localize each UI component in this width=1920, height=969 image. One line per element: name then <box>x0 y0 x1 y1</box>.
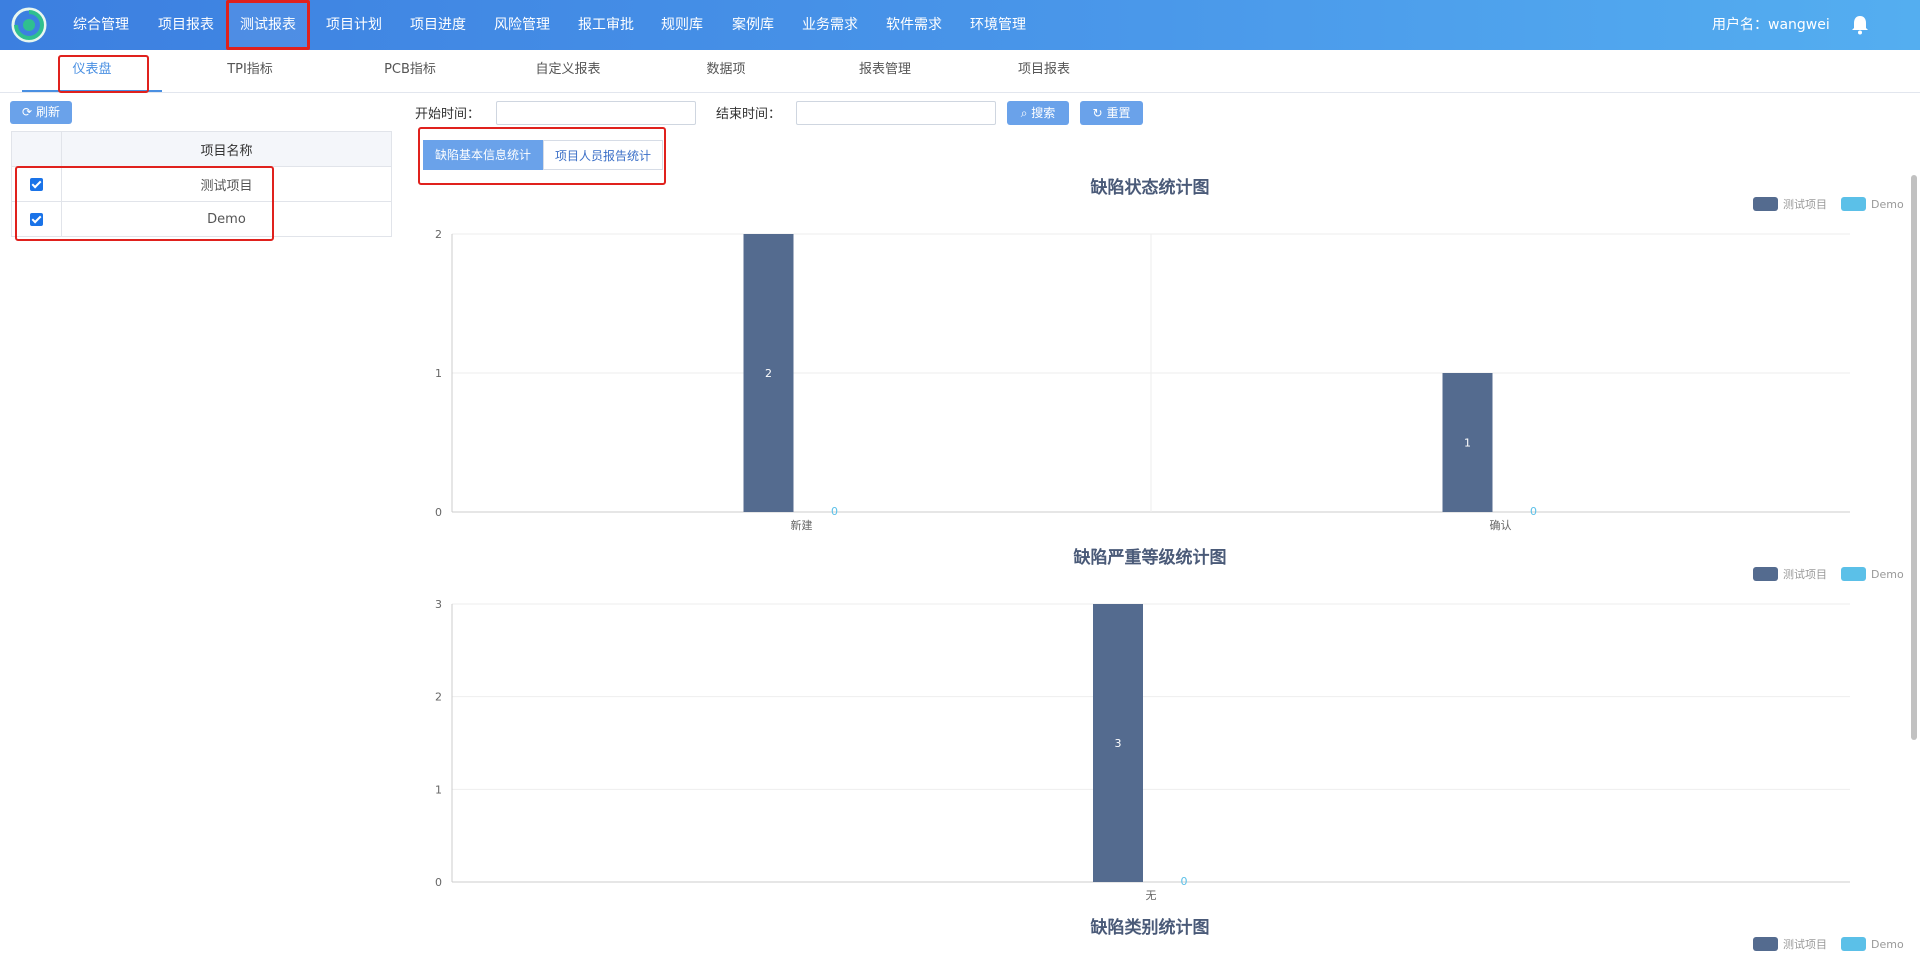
y-tick-label: 1 <box>435 783 442 796</box>
legend-swatch[interactable] <box>1753 937 1778 951</box>
x-tick-label: 确认 <box>1490 519 1512 532</box>
project-checkbox[interactable] <box>30 177 43 191</box>
legend-label[interactable]: 测试项目 <box>1783 568 1827 581</box>
nav-item-risk-management[interactable]: 风险管理 <box>494 0 550 50</box>
tab-defect-basic-stats[interactable]: 缺陷基本信息统计 <box>423 140 543 170</box>
nav-item-test-reports[interactable]: 测试报表 <box>226 0 310 50</box>
chart-title: 缺陷严重等级统计图 <box>1074 547 1227 568</box>
nav-item-software-requirements[interactable]: 软件需求 <box>886 0 942 50</box>
tab-custom-reports[interactable]: 自定义报表 <box>498 50 638 92</box>
defect-status-chart: 缺陷状态统计图测试项目 Demo 0 1 2 新建 2 0 确认 1 0 <box>435 177 1904 532</box>
table-header-row: 项目名称 <box>11 131 392 167</box>
bell-icon[interactable] <box>1851 15 1869 35</box>
nav-item-project-progress[interactable]: 项目进度 <box>410 0 466 50</box>
defect-severity-chart: 缺陷严重等级统计图测试项目 Demo 0 1 2 3 无 3 0 <box>435 547 1904 902</box>
chart-title: 缺陷类别统计图 <box>1091 917 1210 938</box>
nav-item-project-reports[interactable]: 项目报表 <box>158 0 214 50</box>
chart-title: 缺陷状态统计图 <box>1091 177 1210 198</box>
nav-item-general[interactable]: 综合管理 <box>73 0 129 50</box>
table-header-checkbox <box>11 131 62 167</box>
reset-icon: ↻ <box>1092 106 1103 120</box>
bar-data-label: 3 <box>1115 737 1122 750</box>
project-checkbox[interactable] <box>30 212 43 226</box>
end-time-input[interactable] <box>796 101 996 125</box>
secondary-tabs: 仪表盘 TPI指标 PCB指标 自定义报表 数据项 报表管理 项目报表 <box>0 50 1920 93</box>
legend-swatch[interactable] <box>1753 567 1778 581</box>
app-logo-icon <box>11 7 47 43</box>
bar-data-label: 0 <box>831 505 838 518</box>
bar-data-label: 0 <box>1530 505 1537 518</box>
nav-item-environment-management[interactable]: 环境管理 <box>970 0 1026 50</box>
y-tick-label: 3 <box>435 598 442 611</box>
y-tick-label: 1 <box>435 367 442 380</box>
y-tick-label: 2 <box>435 228 442 241</box>
end-time-label: 结束时间： <box>716 107 782 122</box>
bar-data-label: 0 <box>1181 875 1188 888</box>
vertical-scrollbar[interactable] <box>1911 175 1917 740</box>
legend-swatch[interactable] <box>1841 197 1866 211</box>
refresh-button[interactable]: ⟳ 刷新 <box>10 101 72 124</box>
legend-label[interactable]: Demo <box>1871 198 1904 211</box>
reset-button[interactable]: ↻ 重置 <box>1080 101 1143 125</box>
table-row[interactable]: Demo <box>11 201 392 237</box>
search-icon: ⌕ <box>1020 106 1028 120</box>
start-time-input[interactable] <box>496 101 696 125</box>
table-header-project-name: 项目名称 <box>61 131 392 167</box>
legend-label[interactable]: 测试项目 <box>1783 198 1827 211</box>
x-tick-label: 无 <box>1146 889 1157 902</box>
nav-item-case-library[interactable]: 案例库 <box>732 0 774 50</box>
search-button[interactable]: ⌕ 搜索 <box>1007 101 1069 125</box>
legend-swatch[interactable] <box>1753 197 1778 211</box>
refresh-label: 刷新 <box>35 105 60 119</box>
nav-item-work-approval[interactable]: 报工审批 <box>578 0 634 50</box>
nav-item-project-plan[interactable]: 项目计划 <box>326 0 382 50</box>
bar-data-label: 2 <box>765 367 772 380</box>
legend-label[interactable]: Demo <box>1871 938 1904 951</box>
project-name-cell: 测试项目 <box>61 166 392 202</box>
tab-data-items[interactable]: 数据项 <box>656 50 796 92</box>
user-label: 用户名：wangwei <box>1712 17 1830 33</box>
tab-pcb-metrics[interactable]: PCB指标 <box>340 50 480 92</box>
tab-dashboard[interactable]: 仪表盘 <box>22 50 162 92</box>
tab-project-reports[interactable]: 项目报表 <box>974 50 1114 92</box>
legend-label[interactable]: Demo <box>1871 568 1904 581</box>
legend-swatch[interactable] <box>1841 567 1866 581</box>
tab-tpi-metrics[interactable]: TPI指标 <box>180 50 320 92</box>
top-nav-bar: 综合管理 项目报表 测试报表 项目计划 项目进度 风险管理 报工审批 规则库 案… <box>0 0 1920 50</box>
project-table: 项目名称 测试项目 Demo <box>11 131 392 237</box>
table-row[interactable]: 测试项目 <box>11 166 392 202</box>
y-tick-label: 2 <box>435 691 442 704</box>
tab-project-personnel-stats[interactable]: 项目人员报告统计 <box>543 140 663 170</box>
start-time-label: 开始时间： <box>415 107 481 122</box>
search-label: 搜索 <box>1031 106 1056 120</box>
nav-item-business-requirements[interactable]: 业务需求 <box>802 0 858 50</box>
legend-label[interactable]: 测试项目 <box>1783 938 1827 951</box>
bar-data-label: 1 <box>1464 437 1471 450</box>
reset-label: 重置 <box>1106 106 1131 120</box>
refresh-icon: ⟳ <box>22 105 33 119</box>
y-tick-label: 0 <box>435 506 442 519</box>
defect-category-chart: 缺陷类别统计图测试项目 Demo <box>1091 917 1904 951</box>
tab-report-management[interactable]: 报表管理 <box>815 50 955 92</box>
nav-item-rule-library[interactable]: 规则库 <box>661 0 703 50</box>
legend-swatch[interactable] <box>1841 937 1866 951</box>
x-tick-label: 新建 <box>791 518 813 532</box>
y-tick-label: 0 <box>435 876 442 889</box>
project-name-cell: Demo <box>61 201 392 237</box>
